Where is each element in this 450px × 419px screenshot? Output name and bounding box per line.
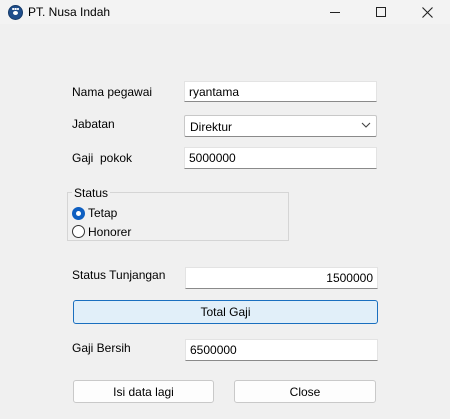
jabatan-select[interactable]: Direktur	[184, 115, 377, 137]
jabatan-selected-value: Direktur	[190, 120, 233, 134]
close-icon	[421, 6, 433, 18]
radio-tetap-label[interactable]: Tetap	[88, 206, 117, 220]
close-button[interactable]: Close	[234, 380, 376, 403]
title-bar[interactable]: PT. Nusa Indah	[0, 0, 450, 24]
status-tunjangan-label: Status Tunjangan	[72, 268, 166, 282]
total-gaji-button[interactable]: Total Gaji	[73, 300, 378, 324]
gaji-bersih-input[interactable]	[185, 339, 378, 361]
radio-honorer[interactable]	[72, 225, 85, 238]
gaji-pokok-label: Gaji pokok	[72, 151, 133, 165]
status-tunjangan-input[interactable]	[185, 267, 378, 289]
gaji-pokok-input[interactable]	[184, 147, 377, 169]
close-window-button[interactable]	[404, 0, 450, 24]
nama-pegawai-label: Nama pegawai	[72, 85, 153, 99]
window-title: PT. Nusa Indah	[28, 5, 111, 19]
chevron-down-icon	[361, 122, 371, 128]
maximize-icon	[376, 7, 386, 17]
radio-honorer-label[interactable]: Honorer	[88, 225, 131, 239]
jabatan-label: Jabatan	[72, 117, 115, 131]
status-group-label: Status	[72, 186, 111, 200]
minimize-button[interactable]	[312, 0, 358, 24]
paw-icon	[8, 5, 23, 20]
maximize-button[interactable]	[358, 0, 404, 24]
radio-tetap[interactable]	[72, 207, 85, 220]
nama-pegawai-input[interactable]	[184, 81, 377, 102]
minimize-icon	[330, 11, 340, 13]
isi-data-lagi-button[interactable]: Isi data lagi	[73, 380, 214, 403]
gaji-bersih-label: Gaji Bersih	[72, 341, 131, 355]
